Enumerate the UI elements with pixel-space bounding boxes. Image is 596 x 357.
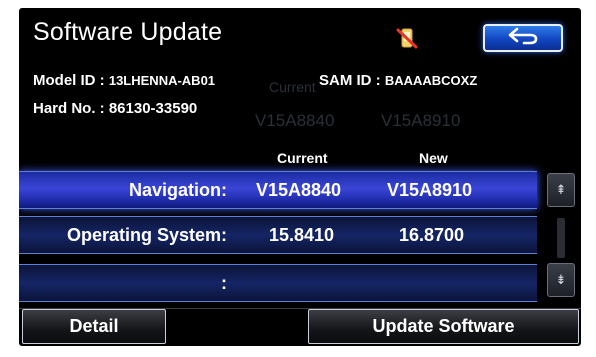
row-name: Navigation: <box>128 180 227 200</box>
ghost-current-label: Current <box>269 79 316 95</box>
column-header-new: New <box>419 150 448 166</box>
sam-id-value: BAAAABCOXZ <box>384 73 478 88</box>
detail-button[interactable]: Detail <box>22 309 166 344</box>
scroll-down-double-chevron-icon: ⇟ <box>555 272 567 287</box>
hard-no-info: Hard No. : 86130-33590 <box>33 100 197 117</box>
model-id-value: 13LHENNA-AB01 <box>108 73 216 88</box>
scroll-up-button[interactable]: ⇞ <box>547 173 575 207</box>
back-button[interactable] <box>483 24 563 52</box>
list-item-navigation[interactable]: Navigation: V15A8840 V15A8910 <box>19 171 537 209</box>
row-name: : <box>221 273 227 293</box>
no-phone-icon <box>394 26 420 50</box>
model-id-info: Model ID : 13LHENNA-AB01 <box>33 72 215 89</box>
scrollbar-track[interactable] <box>557 218 565 258</box>
row-current-version: 15.8410 <box>269 225 335 245</box>
model-id-label: Model ID : <box>33 72 105 89</box>
ghost-new-value: V15A8910 <box>381 111 461 130</box>
row-new-version: V15A8910 <box>387 180 473 200</box>
list-item-empty[interactable]: : <box>19 264 537 302</box>
sam-id-info: SAM ID : BAAAABCOXZ <box>319 72 477 89</box>
row-name: Operating System: <box>66 225 227 245</box>
sam-id-label: SAM ID : <box>319 72 381 89</box>
page-title: Software Update <box>33 18 223 46</box>
software-update-screen: Software Update Model ID : 13LHENNA-AB01… <box>19 8 581 346</box>
hard-no-label: Hard No. : <box>33 100 105 117</box>
scroll-down-button[interactable]: ⇟ <box>547 263 575 297</box>
ghost-current-value: V15A8840 <box>255 111 335 130</box>
update-software-button[interactable]: Update Software <box>308 309 579 344</box>
return-arrow-icon <box>506 26 540 51</box>
row-current-version: V15A8840 <box>256 180 342 200</box>
column-header-current: Current <box>277 150 328 166</box>
list-item-operating-system[interactable]: Operating System: 15.8410 16.8700 <box>19 216 537 254</box>
scroll-up-double-chevron-icon: ⇞ <box>555 182 567 197</box>
row-new-version: 16.8700 <box>399 225 465 245</box>
hard-no-value: 86130-33590 <box>108 100 198 117</box>
